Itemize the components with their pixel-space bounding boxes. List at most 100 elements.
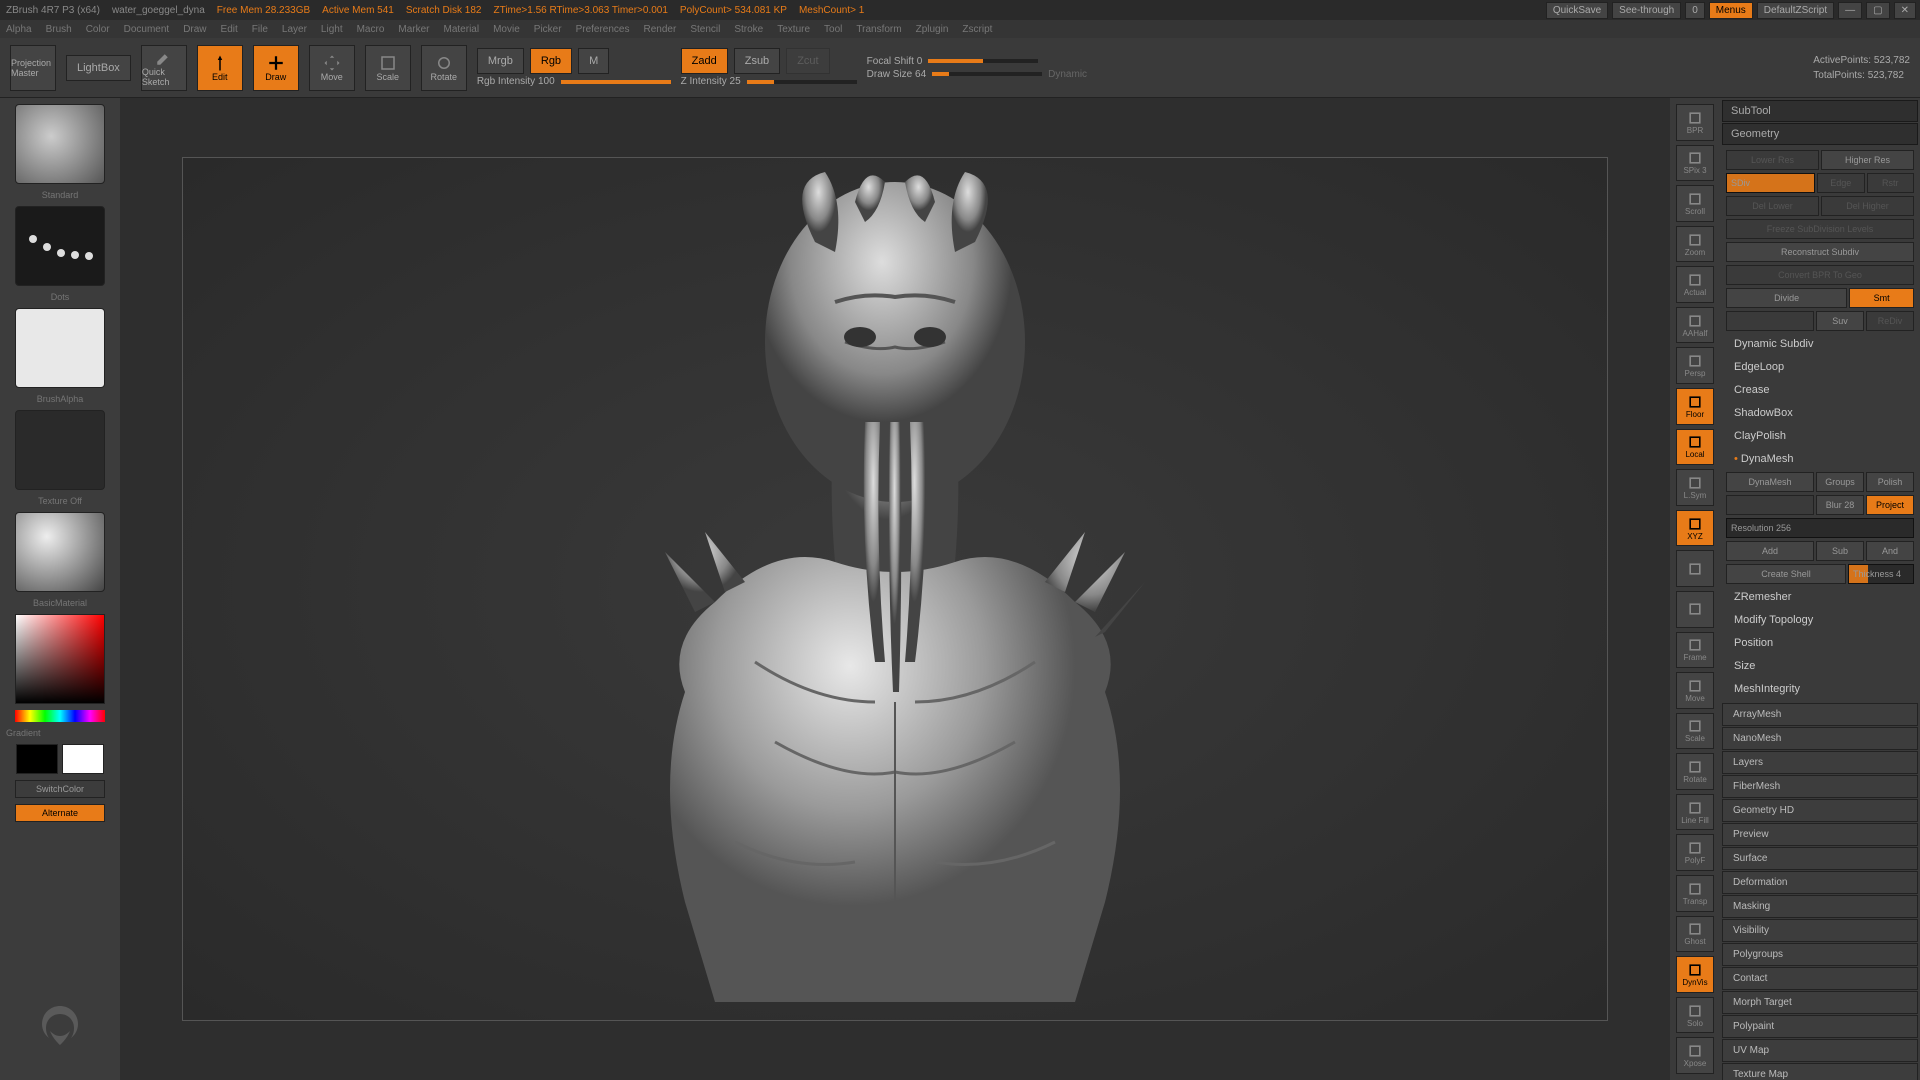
nav-bpr[interactable]: BPR — [1676, 104, 1714, 141]
convert-button[interactable]: Convert BPR To Geo — [1726, 265, 1914, 285]
menu-document[interactable]: Document — [124, 24, 170, 35]
crease-section[interactable]: Crease — [1726, 380, 1914, 400]
nav-persp[interactable]: Persp — [1676, 347, 1714, 384]
nav-floor[interactable]: Floor — [1676, 388, 1714, 425]
hue-bar[interactable] — [15, 710, 105, 722]
dynsub-section[interactable]: Dynamic Subdiv — [1726, 334, 1914, 354]
secondary-color[interactable] — [16, 744, 58, 774]
palette-visibility[interactable]: Visibility — [1722, 919, 1918, 942]
menu-draw[interactable]: Draw — [183, 24, 206, 35]
nav-line-fill[interactable]: Line Fill — [1676, 794, 1714, 831]
seethrough-label[interactable]: See-through — [1612, 2, 1681, 19]
menu-light[interactable]: Light — [321, 24, 343, 35]
edge-button[interactable]: Edge — [1817, 173, 1865, 193]
palette-polypaint[interactable]: Polypaint — [1722, 1015, 1918, 1038]
nav-local[interactable]: Local — [1676, 429, 1714, 466]
move-mode-button[interactable]: Move — [309, 45, 355, 91]
palette-texture-map[interactable]: Texture Map — [1722, 1063, 1918, 1080]
palette-preview[interactable]: Preview — [1722, 823, 1918, 846]
menu-movie[interactable]: Movie — [493, 24, 520, 35]
freeze-button[interactable]: Freeze SubDivision Levels — [1726, 219, 1914, 239]
projection-master-button[interactable]: Projection Master — [10, 45, 56, 91]
edgeloop-section[interactable]: EdgeLoop — [1726, 357, 1914, 377]
menu-edit[interactable]: Edit — [221, 24, 238, 35]
material-thumb[interactable] — [15, 512, 105, 592]
stroke-thumb[interactable] — [15, 206, 105, 286]
nav-l-sym[interactable]: L.Sym — [1676, 469, 1714, 506]
dynamesh-section[interactable]: DynaMesh — [1726, 449, 1914, 469]
add-button[interactable]: Add — [1726, 541, 1814, 561]
geometry-header[interactable]: Geometry — [1722, 123, 1918, 145]
meshint-section[interactable]: MeshIntegrity — [1726, 679, 1914, 699]
claypolish-section[interactable]: ClayPolish — [1726, 426, 1914, 446]
reconstruct-button[interactable]: Reconstruct Subdiv — [1726, 242, 1914, 262]
menu-stroke[interactable]: Stroke — [734, 24, 763, 35]
nav-aahalf[interactable]: AAHalf — [1676, 307, 1714, 344]
focal-shift-slider[interactable] — [928, 59, 1038, 63]
palette-polygroups[interactable]: Polygroups — [1722, 943, 1918, 966]
alternate-button[interactable]: Alternate — [15, 804, 105, 822]
zremesher-section[interactable]: ZRemesher — [1726, 587, 1914, 607]
menu-macro[interactable]: Macro — [357, 24, 385, 35]
z-intensity-slider[interactable] — [747, 80, 857, 84]
palette-layers[interactable]: Layers — [1722, 751, 1918, 774]
menu-zscript[interactable]: Zscript — [962, 24, 992, 35]
shadowbox-section[interactable]: ShadowBox — [1726, 403, 1914, 423]
createshell-button[interactable]: Create Shell — [1726, 564, 1846, 584]
draw-mode-button[interactable]: Draw — [253, 45, 299, 91]
menu-file[interactable]: File — [252, 24, 268, 35]
nav-xpose[interactable]: Xpose — [1676, 1037, 1714, 1074]
palette-fibermesh[interactable]: FiberMesh — [1722, 775, 1918, 798]
rediv-button[interactable]: ReDiv — [1866, 311, 1914, 331]
nav-solo[interactable]: Solo — [1676, 997, 1714, 1034]
zcut-button[interactable]: Zcut — [786, 48, 829, 74]
nav-scale[interactable]: Scale — [1676, 713, 1714, 750]
nav-frame[interactable]: Frame — [1676, 632, 1714, 669]
palette-deformation[interactable]: Deformation — [1722, 871, 1918, 894]
palette-uv-map[interactable]: UV Map — [1722, 1039, 1918, 1062]
viewport[interactable] — [182, 157, 1608, 1021]
higherres-button[interactable]: Higher Res — [1821, 150, 1914, 170]
menu-brush[interactable]: Brush — [46, 24, 72, 35]
nav-transp[interactable]: Transp — [1676, 875, 1714, 912]
minimize-icon[interactable]: — — [1838, 2, 1862, 19]
size-section[interactable]: Size — [1726, 656, 1914, 676]
menu-picker[interactable]: Picker — [534, 24, 562, 35]
dynamesh-button[interactable]: DynaMesh — [1726, 472, 1814, 492]
color-picker[interactable] — [15, 614, 105, 704]
delhigher-button[interactable]: Del Higher — [1821, 196, 1914, 216]
nav-xyz[interactable]: XYZ — [1676, 510, 1714, 547]
nav-blank[interactable] — [1676, 591, 1714, 628]
menu-material[interactable]: Material — [444, 24, 480, 35]
and-button[interactable]: And — [1866, 541, 1914, 561]
nav-actual[interactable]: Actual — [1676, 266, 1714, 303]
menus-button[interactable]: Menus — [1709, 2, 1753, 19]
polish-button[interactable]: Polish — [1866, 472, 1914, 492]
rstr-button[interactable]: Rstr — [1867, 173, 1915, 193]
smt-button[interactable]: Smt — [1849, 288, 1914, 308]
subtool-header[interactable]: SubTool — [1722, 100, 1918, 122]
edit-mode-button[interactable]: Edit — [197, 45, 243, 91]
sub-button[interactable]: Sub — [1816, 541, 1864, 561]
blur-slider[interactable]: Blur 28 — [1816, 495, 1864, 515]
draw-size-slider[interactable] — [932, 72, 1042, 76]
menu-preferences[interactable]: Preferences — [576, 24, 630, 35]
gradient-label[interactable]: Gradient — [6, 728, 41, 738]
close-icon[interactable]: ✕ — [1894, 2, 1916, 19]
nav-polyf[interactable]: PolyF — [1676, 834, 1714, 871]
menu-layer[interactable]: Layer — [282, 24, 307, 35]
texture-thumb[interactable] — [15, 410, 105, 490]
nav-zoom[interactable]: Zoom — [1676, 226, 1714, 263]
menu-tool[interactable]: Tool — [824, 24, 842, 35]
nav-spix-3[interactable]: SPix 3 — [1676, 145, 1714, 182]
menu-render[interactable]: Render — [644, 24, 677, 35]
position-section[interactable]: Position — [1726, 633, 1914, 653]
palette-geometry-hd[interactable]: Geometry HD — [1722, 799, 1918, 822]
nav-blank[interactable] — [1676, 550, 1714, 587]
menu-stencil[interactable]: Stencil — [690, 24, 720, 35]
primary-color[interactable] — [62, 744, 104, 774]
groups-button[interactable]: Groups — [1816, 472, 1864, 492]
scale-mode-button[interactable]: Scale — [365, 45, 411, 91]
menu-alpha[interactable]: Alpha — [6, 24, 32, 35]
alpha-thumb[interactable] — [15, 308, 105, 388]
